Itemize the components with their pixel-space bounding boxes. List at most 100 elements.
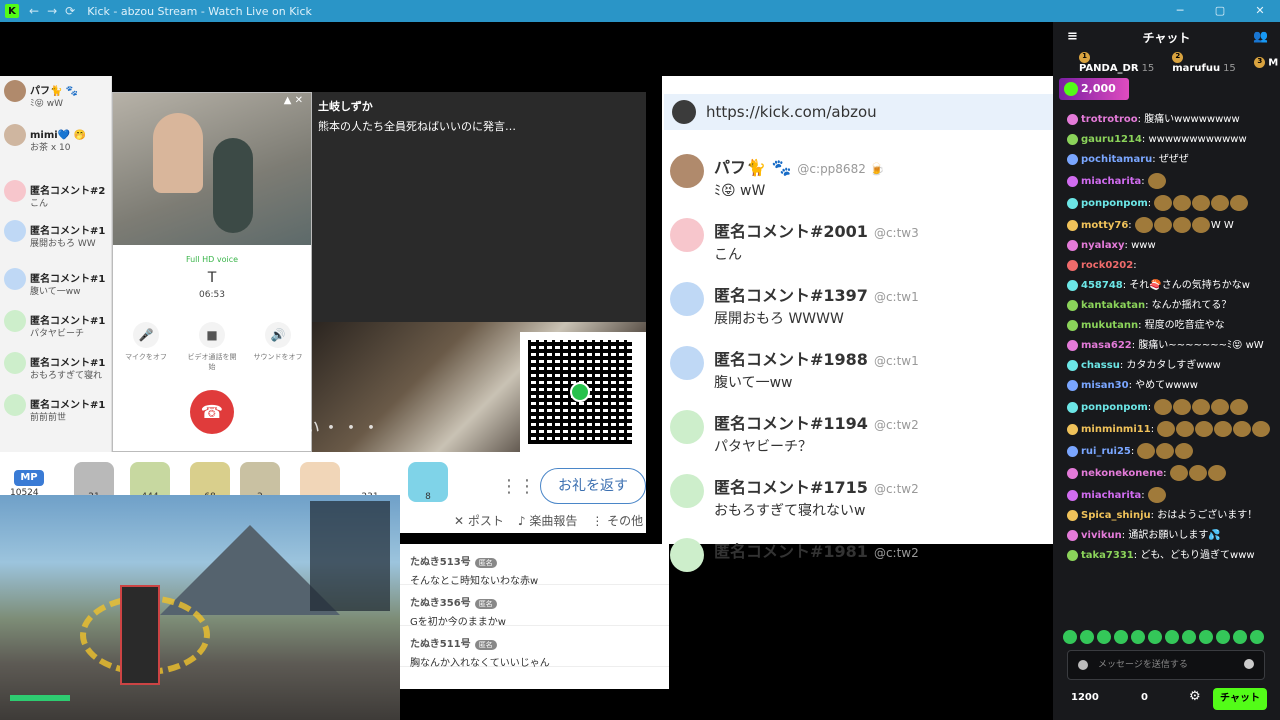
emote-icon [1230, 195, 1249, 211]
avatar [670, 410, 704, 444]
left-chat-text: 前前前世 [30, 413, 67, 423]
chat-username[interactable]: taka7331 [1081, 550, 1134, 561]
chat-username[interactable]: miacharita [1081, 176, 1141, 187]
lower-comment-list: たぬき513号 匿名 そんなとこ時知ないわな赤w たぬき356号 匿名 Gを初か今のままか… [400, 544, 669, 689]
emote-icon [1153, 217, 1172, 233]
channel-avatar [672, 100, 696, 124]
left-chat-text: こん [30, 199, 49, 209]
left-chat-row: 匿名コメント#1 腹いて一ww [4, 268, 112, 297]
user-badge-icon [1067, 401, 1078, 413]
emote-icon [1211, 195, 1230, 211]
chat-username[interactable]: ponponpom [1081, 402, 1148, 413]
chat-input[interactable]: メッセージを送信する [1067, 650, 1265, 680]
maximize-icon[interactable]: ▢ [1200, 0, 1240, 22]
emote-icon[interactable] [1182, 630, 1196, 644]
gift-count: 8 [425, 492, 431, 502]
emote-icon[interactable] [1063, 630, 1077, 644]
list-item: たぬき356号 匿名 Gを初か今のままかw [400, 585, 669, 628]
emote-icon [1173, 195, 1192, 211]
more-link: ⋮ その他 [591, 513, 644, 528]
channel-points: 1200 [1071, 692, 1099, 703]
close-icon[interactable]: ✕ [1240, 0, 1280, 22]
left-chat-row: パフ🐈 🐾 ﾐ😝 wW [4, 80, 112, 109]
emote-icon[interactable] [1131, 630, 1145, 644]
chat-username[interactable]: chassu [1081, 360, 1120, 371]
emote-icon[interactable] [1250, 630, 1264, 644]
colon-separator: : [1141, 176, 1148, 187]
chat-username[interactable]: masa622 [1081, 340, 1132, 351]
reload-icon[interactable]: ⟳ [65, 4, 75, 18]
chat-username[interactable]: kantakatan [1081, 300, 1145, 311]
emote-icon[interactable] [1097, 630, 1111, 644]
emote-icon[interactable] [1199, 630, 1213, 644]
chat-text: ぜぜぜ [1158, 154, 1189, 165]
rank-badge: 1 [1079, 51, 1090, 63]
forward-icon[interactable]: → [47, 4, 57, 18]
chat-username[interactable]: minminmi11 [1081, 424, 1151, 435]
comment-panel: https://kick.com/abzou パフ🐈 🐾 @c:pp8682 🍺 ﾐ… [662, 76, 1053, 572]
user-badge-icon [1067, 133, 1078, 145]
chat-username[interactable]: motty76 [1081, 220, 1128, 231]
chat-text: www [1131, 240, 1156, 251]
chat-text: W W [1210, 220, 1234, 231]
emote-icon [1214, 421, 1233, 437]
emote-icon[interactable] [1148, 630, 1162, 644]
avatar [4, 352, 26, 374]
emote-icon [1147, 173, 1166, 189]
left-chat-text: おもろすぎて寝れ [30, 371, 103, 381]
emote-icon[interactable] [1165, 630, 1179, 644]
window-title: Kick - abzou Stream - Watch Live on Kick [87, 4, 312, 18]
emote-icon[interactable] [1233, 630, 1247, 644]
emote-icon [1157, 421, 1176, 437]
comment-author-name: 匿名コメント#1194 [714, 414, 868, 433]
leaderboard: 1PANDA_DR 15 2marufuu 15 3 M [1053, 51, 1280, 75]
leaderboard-entry[interactable]: 1PANDA_DR 15 [1079, 51, 1164, 74]
avatar [670, 154, 704, 188]
left-chat-row: 匿名コメント#1 前前前世 [4, 394, 112, 423]
chat-username[interactable]: pochitamaru [1081, 154, 1152, 165]
comment-author-name: 匿名コメント#2001 [714, 222, 868, 241]
leaderboard-entry[interactable]: 2marufuu 15 [1172, 51, 1246, 75]
chat-username[interactable]: misan30 [1081, 380, 1129, 391]
chat-username[interactable]: miacharita [1081, 490, 1141, 501]
emote-icon [1211, 399, 1230, 415]
emote-icon [1207, 465, 1226, 481]
stream-video[interactable]: パフ🐈 🐾 ﾐ😝 wW mimi💙 🤭 お茶 x 10 匿名コメント#2 こん 匿名コメント… [0, 22, 1053, 720]
chat-username[interactable]: nyalaxy [1081, 240, 1125, 251]
minimize-icon[interactable]: ─ [1160, 0, 1200, 22]
pinned-gift[interactable]: 2,000 [1059, 78, 1129, 100]
comment-author: 匿名コメント#2001 @c:tw3 [714, 218, 919, 242]
chat-message: misan30: やめてwwww [1053, 376, 1280, 396]
chat-username[interactable]: vivikun [1081, 530, 1122, 541]
chat-username[interactable]: rui_rui25 [1081, 446, 1131, 457]
gear-icon[interactable]: ⚙ [1189, 689, 1201, 704]
emote-icon[interactable] [1080, 630, 1094, 644]
comment-tag: @c:tw2 [873, 546, 919, 560]
collapse-chat-icon[interactable]: ≡ [1067, 29, 1078, 44]
phone-call-overlay: ▲ ✕ Full HD voice T 06:53 🎤 マイクをオフ ■ ビデオ… [112, 92, 312, 452]
left-chat-text: パタヤビーチ [30, 329, 85, 339]
chat-footer: 1200 0 ⚙ チャット [1053, 686, 1280, 710]
speaker-icon: 🔊 [265, 322, 291, 348]
emote-icon[interactable] [1114, 630, 1128, 644]
chat-username[interactable]: mukutann [1081, 320, 1138, 331]
send-chat-button[interactable]: チャット [1213, 688, 1267, 710]
chat-settings-icon[interactable] [1078, 660, 1088, 670]
leaderboard-name: marufuu [1172, 63, 1221, 75]
chat-username[interactable]: gauru1214 [1081, 134, 1142, 145]
leaderboard-entry[interactable]: 3M [1254, 57, 1280, 69]
emoji-icon[interactable] [1244, 659, 1254, 669]
chat-username[interactable]: ponponpom [1081, 198, 1148, 209]
back-icon[interactable]: ← [29, 4, 39, 18]
chat-username[interactable]: rock0202 [1081, 260, 1133, 271]
chat-username[interactable]: nekonekonene [1081, 468, 1163, 479]
emote-icon [1154, 399, 1173, 415]
chat-username[interactable]: Spica_shinju [1081, 510, 1151, 521]
users-icon[interactable]: 👥 [1253, 29, 1268, 43]
emote-icon[interactable] [1216, 630, 1230, 644]
chat-username[interactable]: trotrotroo [1081, 114, 1138, 125]
zero-count: 0 [1141, 692, 1148, 703]
chat-username[interactable]: 458748 [1081, 280, 1123, 291]
left-chat-row: 匿名コメント#2 こん [4, 180, 112, 209]
health-bar [10, 695, 70, 701]
